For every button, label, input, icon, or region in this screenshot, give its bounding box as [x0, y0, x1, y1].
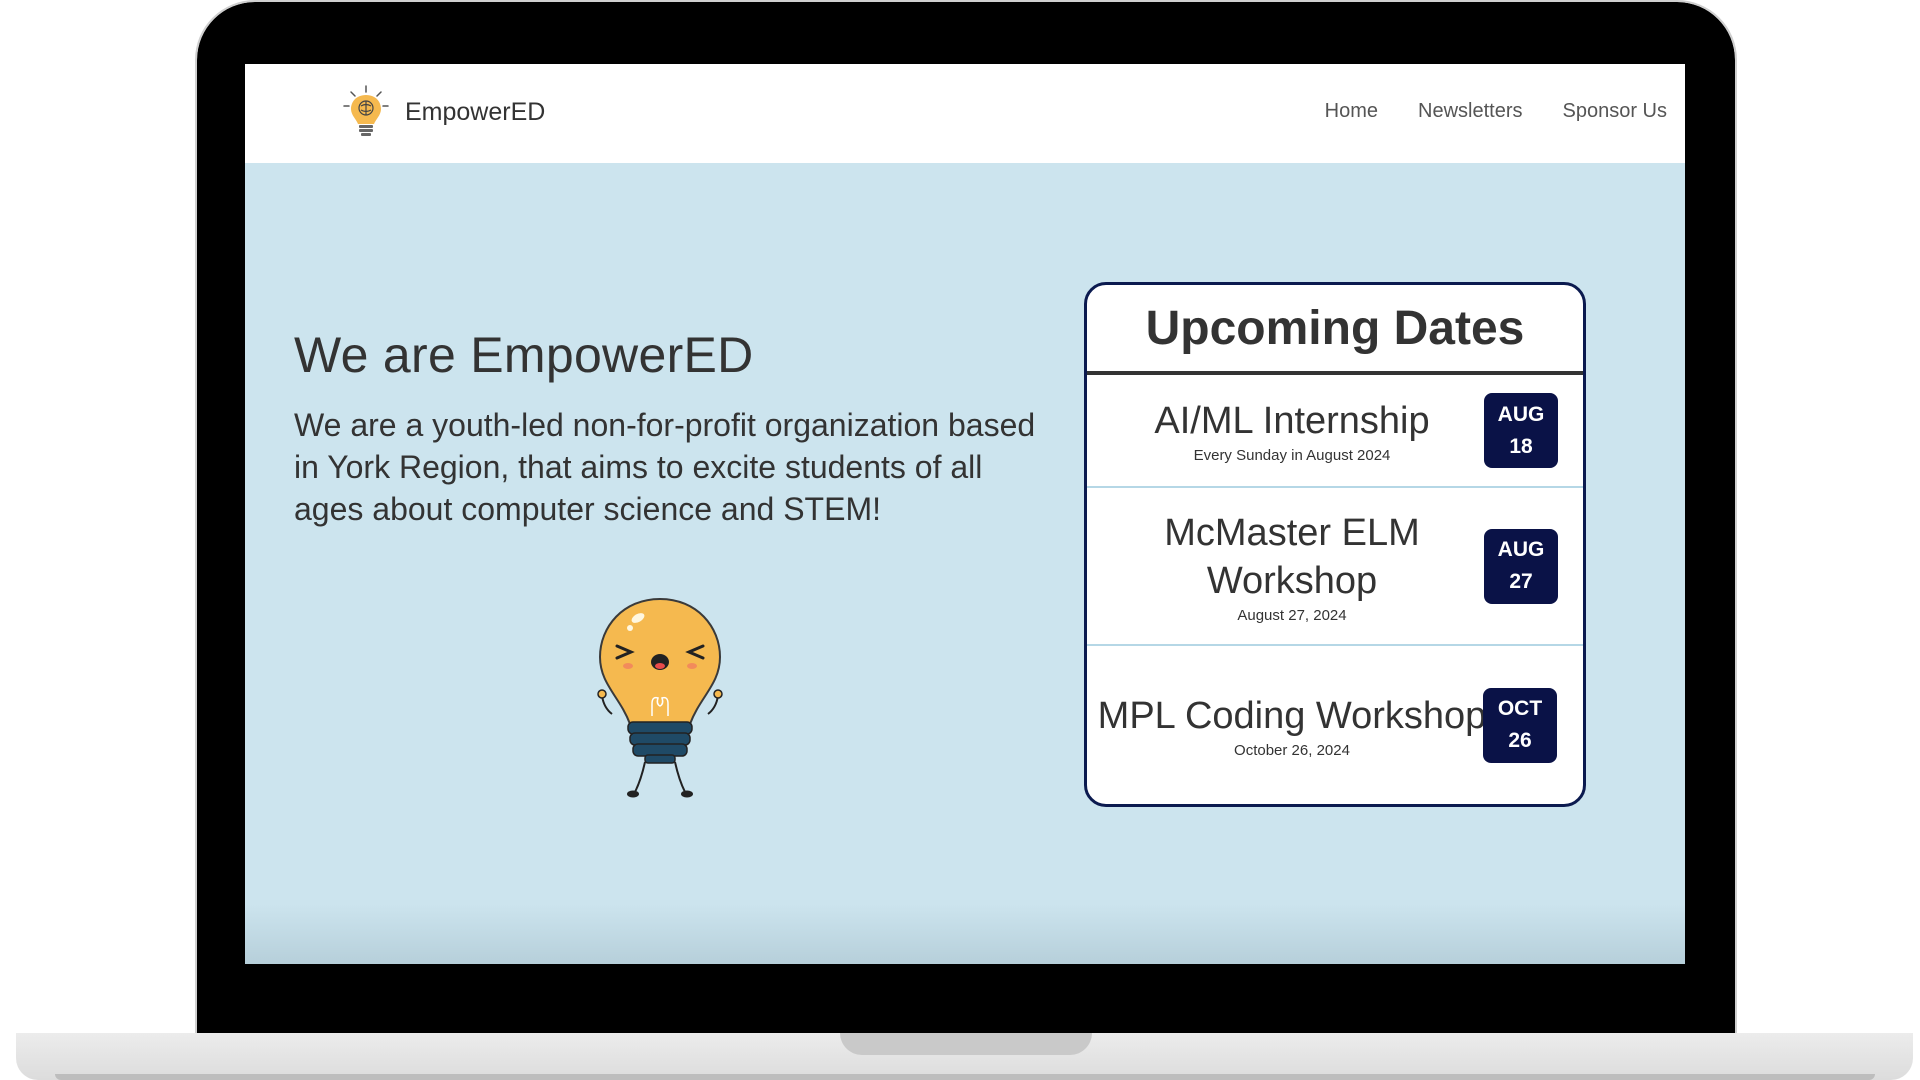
hero-text: We are a youth-led non-for-profit organi… [294, 407, 1036, 527]
event-name: AI/ML Internship [1154, 400, 1430, 442]
laptop-notch [840, 1033, 1092, 1055]
badge-day: 27 [1509, 570, 1533, 593]
card-title: Upcoming Dates [1145, 301, 1525, 355]
laptop-base-shadow [55, 1074, 1875, 1080]
date-badge: OCT 26 [1483, 687, 1557, 763]
badge-day: 26 [1508, 729, 1532, 752]
badge-month: OCT [1497, 697, 1543, 720]
laptop-mockup: EmpowerED Home Newsletters Sponsor Us We… [0, 0, 1920, 1080]
badge-day: 18 [1509, 434, 1533, 458]
event-name: MPL Coding Workshop [1097, 694, 1487, 737]
bottom-fade [245, 904, 1685, 964]
card-header: Upcoming Dates [1087, 285, 1583, 375]
brand-name: EmpowerED [405, 97, 546, 126]
event-item[interactable]: McMaster ELM Workshop August 27, 2024 AU… [1087, 488, 1583, 646]
event-item[interactable]: AI/ML Internship Every Sunday in August … [1087, 375, 1583, 488]
lightbulb-brain-icon [343, 85, 389, 136]
nav-link-sponsor-us[interactable]: Sponsor Us [1563, 100, 1668, 123]
event-info: MPL Coding Workshop October 26, 2024 [1087, 692, 1497, 759]
nav-links: Home Newsletters Sponsor Us [1325, 100, 1667, 123]
event-info: AI/ML Internship Every Sunday in August … [1087, 397, 1497, 464]
date-badge: AUG 18 [1484, 393, 1558, 468]
event-date-text: August 27, 2024 [1237, 606, 1347, 624]
hero-title: We are EmpowerED [294, 327, 754, 383]
date-badge: AUG 27 [1484, 528, 1558, 604]
nav-link-home[interactable]: Home [1325, 100, 1378, 123]
upcoming-dates-card: Upcoming Dates AI/ML Internship Every Su… [1084, 282, 1586, 807]
website-screen: EmpowerED Home Newsletters Sponsor Us We… [245, 64, 1685, 964]
event-name: McMaster ELM Workshop [1164, 511, 1420, 602]
event-date-text: October 26, 2024 [1234, 741, 1350, 759]
badge-month: AUG [1497, 402, 1545, 426]
event-date-text: Every Sunday in August 2024 [1193, 447, 1391, 464]
brand[interactable]: EmpowerED [340, 84, 545, 140]
event-info: McMaster ELM Workshop August 27, 2024 [1087, 509, 1497, 624]
badge-month: AUG [1497, 538, 1545, 561]
nav-link-newsletters[interactable]: Newsletters [1418, 100, 1522, 123]
lightbulb-mascot-icon [597, 597, 723, 798]
event-item[interactable]: MPL Coding Workshop October 26, 2024 OCT… [1087, 646, 1583, 804]
navbar: EmpowerED Home Newsletters Sponsor Us [245, 64, 1685, 163]
